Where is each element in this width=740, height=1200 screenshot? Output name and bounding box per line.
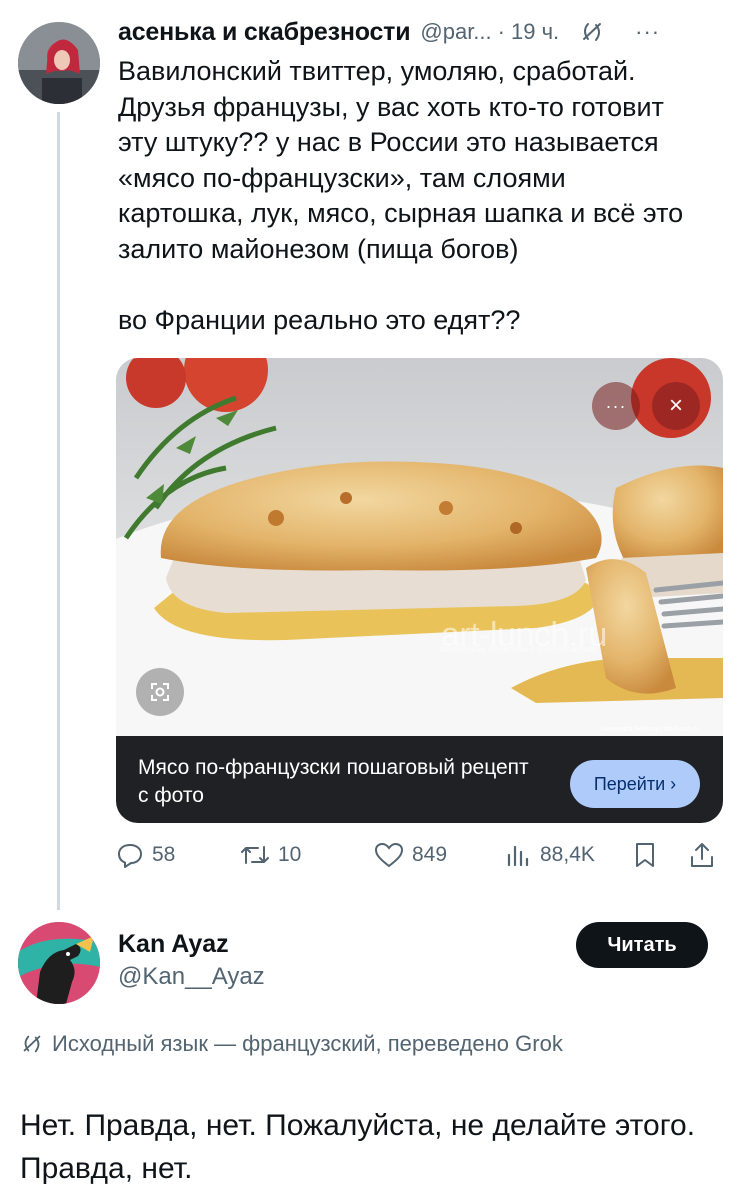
close-icon[interactable]: × bbox=[652, 382, 700, 430]
translation-note-text: Исходный язык — французский, переведено … bbox=[52, 1031, 563, 1056]
repost-count: 10 bbox=[278, 843, 302, 866]
watermark-subtitle: авторские рецепты с фотографиях bbox=[440, 644, 599, 654]
reply-count: 58 bbox=[152, 843, 176, 866]
reply-icon bbox=[118, 844, 142, 868]
grok-icon[interactable] bbox=[579, 19, 605, 45]
author-name[interactable]: асенька и скабрезности bbox=[118, 18, 411, 47]
separator: · bbox=[497, 19, 505, 44]
reply-text: Нет. Правда, нет. Пожалуйста, не делайте… bbox=[20, 1109, 696, 1185]
go-button[interactable]: Перейти › bbox=[570, 760, 700, 808]
link-card-title[interactable]: Мясо по-французски пошаговый рецепт с фо… bbox=[138, 754, 538, 810]
reply-author-avatar[interactable] bbox=[18, 922, 100, 1004]
views-count: 88,4K bbox=[540, 843, 595, 866]
photo-credit: Alexandra Sedova | art-lunch.ru bbox=[601, 726, 700, 733]
lens-icon bbox=[151, 683, 169, 701]
author-avatar[interactable] bbox=[18, 22, 100, 104]
tweet-actions: 58 10 849 88,4K bbox=[116, 838, 726, 872]
translation-note[interactable]: Исходный язык — французский, переведено … bbox=[20, 1028, 563, 1060]
bookmark-icon bbox=[636, 843, 654, 867]
more-options-icon[interactable]: ··· bbox=[635, 19, 660, 45]
tweet-header: асенька и скабрезности @par... · 19 ч. ·… bbox=[118, 14, 728, 50]
repost-icon bbox=[241, 846, 269, 864]
repost-button[interactable]: 10 bbox=[240, 838, 301, 872]
grok-icon bbox=[23, 1035, 41, 1053]
reply-author-name[interactable]: Kan Ayaz bbox=[118, 930, 229, 959]
reply-button[interactable]: 58 bbox=[116, 838, 175, 872]
tweet-text: Вавилонский твиттер, умоляю, сработай. Д… bbox=[118, 56, 684, 335]
media-more-button[interactable]: ··· bbox=[592, 382, 640, 430]
lens-search-button[interactable] bbox=[136, 668, 184, 716]
reply-author-handle[interactable]: @Kan__Ayaz bbox=[118, 963, 265, 991]
thread-line bbox=[57, 112, 60, 910]
heart-icon bbox=[374, 842, 404, 868]
author-handle[interactable]: @par... bbox=[420, 19, 491, 45]
bookmark-button[interactable] bbox=[632, 838, 666, 872]
tweet-time[interactable]: 19 ч. bbox=[511, 19, 559, 45]
follow-button[interactable]: Читать bbox=[576, 922, 708, 968]
tweet-media[interactable]: ··· × art-lunch.ru авторские рецепты с ф… bbox=[116, 358, 723, 823]
like-button[interactable]: 849 bbox=[374, 838, 447, 872]
views-button[interactable]: 88,4K bbox=[504, 838, 595, 872]
views-icon bbox=[507, 845, 529, 867]
like-count: 849 bbox=[412, 843, 448, 866]
share-button[interactable] bbox=[688, 838, 724, 872]
share-icon bbox=[691, 843, 713, 867]
